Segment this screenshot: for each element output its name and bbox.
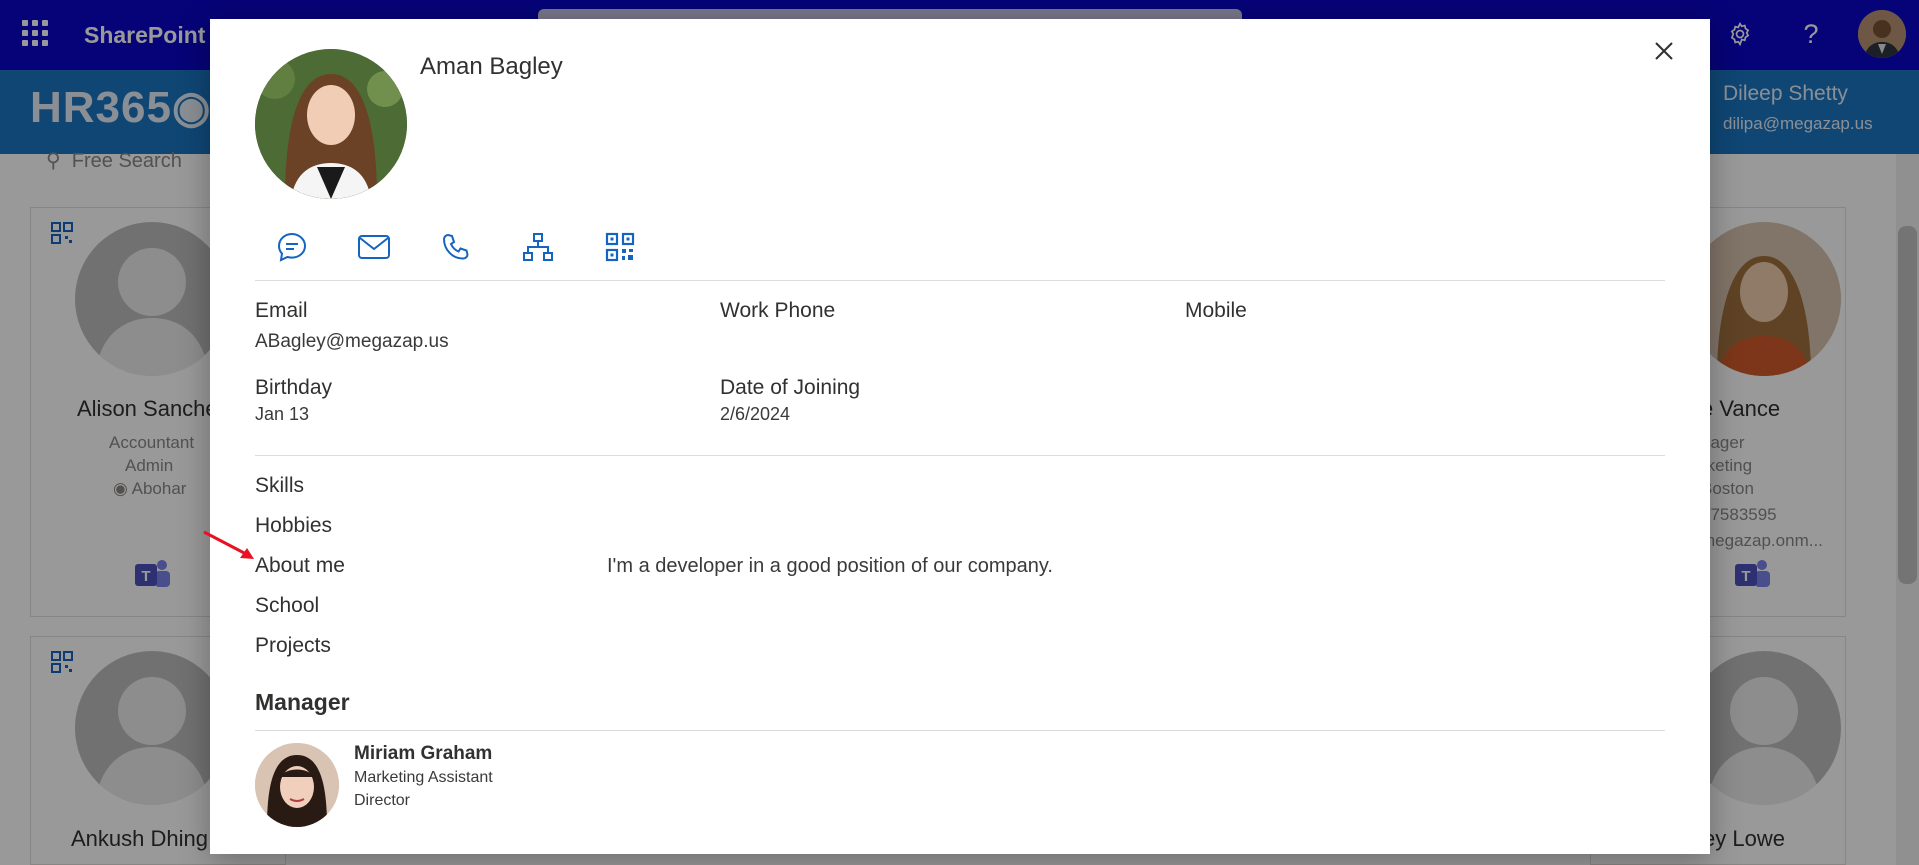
manager-section-title: Manager [255, 689, 350, 715]
email-label: Email [255, 299, 308, 322]
divider [255, 280, 1665, 281]
email-button[interactable] [354, 227, 394, 267]
phone-icon [442, 233, 469, 260]
qr-code-icon [605, 232, 635, 262]
work-phone-label: Work Phone [720, 299, 836, 322]
call-button[interactable] [436, 227, 476, 267]
email-value[interactable]: ABagley@megazap.us [255, 331, 449, 353]
close-icon [1655, 42, 1673, 60]
mobile-label: Mobile [1185, 299, 1247, 322]
about-me-label: About me [255, 554, 345, 577]
close-button[interactable] [1647, 34, 1681, 68]
chat-button[interactable] [272, 227, 312, 267]
birthday-value: Jan 13 [255, 404, 310, 424]
date-of-joining-label: Date of Joining [720, 376, 861, 399]
org-chart-button[interactable] [518, 227, 558, 267]
about-me-value: I'm a developer in a good position of ou… [607, 555, 1053, 577]
org-chart-icon [523, 233, 553, 261]
projects-label: Projects [255, 634, 331, 657]
skills-label: Skills [255, 474, 305, 497]
qr-code-button[interactable] [600, 227, 640, 267]
manager-name[interactable]: Miriam Graham [354, 743, 492, 765]
profile-name: Aman Bagley [420, 53, 563, 80]
manager-role: Director [354, 792, 411, 809]
annotation-arrow-icon [203, 530, 254, 559]
manager-photo[interactable] [255, 743, 339, 827]
school-label: School [255, 594, 320, 617]
chat-icon [277, 232, 307, 262]
profile-photo [255, 49, 407, 199]
profile-dialog: Aman Bagley Email ABagley@megazap.us Wor… [210, 19, 1710, 854]
birthday-label: Birthday [255, 376, 333, 399]
date-of-joining-value: 2/6/2024 [720, 404, 791, 424]
hobbies-label: Hobbies [255, 514, 333, 537]
mail-icon [358, 235, 390, 259]
manager-title: Marketing Assistant [354, 769, 493, 786]
divider [255, 455, 1665, 456]
divider [255, 730, 1665, 731]
